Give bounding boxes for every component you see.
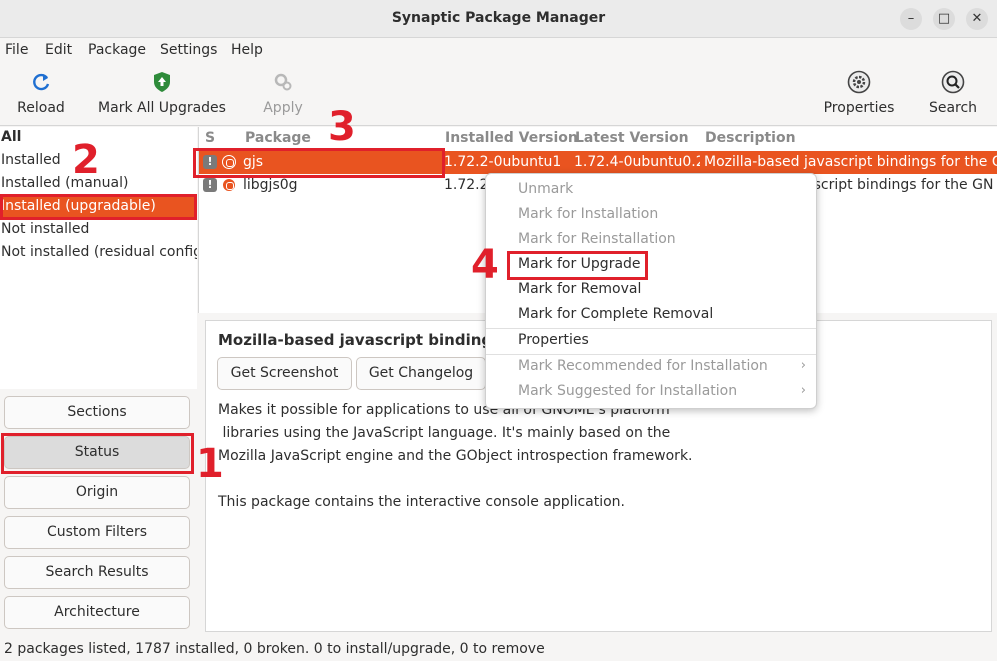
properties-icon: [847, 70, 871, 94]
chevron-right-icon: ›: [800, 383, 806, 398]
menu-mark-suggested[interactable]: Mark Suggested for Installation: [518, 383, 737, 399]
search-label: Search: [928, 100, 978, 116]
menu-mark-reinstallation[interactable]: Mark for Reinstallation: [518, 231, 676, 247]
architecture-button[interactable]: Architecture: [4, 596, 190, 629]
apply-button[interactable]: Apply: [260, 70, 306, 116]
menu-mark-recommended[interactable]: Mark Recommended for Installation: [518, 358, 768, 374]
search-results-button[interactable]: Search Results: [4, 556, 190, 589]
origin-button[interactable]: Origin: [4, 476, 190, 509]
filter-not-installed[interactable]: Not installed: [0, 219, 197, 242]
custom-filters-button[interactable]: Custom Filters: [4, 516, 190, 549]
filter-not-installed-residual[interactable]: Not installed (residual config): [0, 242, 197, 265]
menu-file[interactable]: File: [5, 42, 28, 58]
menu-separator: [486, 328, 816, 329]
menu-properties[interactable]: Properties: [518, 332, 589, 348]
upgradable-status-icon: !: [203, 178, 217, 192]
get-screenshot-button[interactable]: Get Screenshot: [217, 357, 352, 390]
annotation-step-3: 3: [328, 104, 356, 150]
column-description-header[interactable]: Description: [705, 130, 796, 146]
menu-separator: [486, 354, 816, 355]
annotation-step-1: 1: [196, 441, 224, 487]
column-installed-version-header[interactable]: Installed Version: [445, 130, 578, 146]
package-description: Mozilla-based javascript bindings for th…: [704, 154, 997, 170]
ubuntu-icon: [222, 178, 236, 192]
properties-label: Properties: [823, 100, 895, 116]
search-icon: [941, 70, 965, 94]
menu-package[interactable]: Package: [88, 42, 146, 58]
column-latest-version-header[interactable]: Latest Version: [575, 130, 689, 146]
highlight-status-button: [1, 433, 194, 474]
search-button[interactable]: Search: [928, 70, 978, 116]
menu-edit[interactable]: Edit: [45, 42, 72, 58]
minimize-button[interactable]: –: [900, 8, 922, 30]
reload-icon: [33, 73, 50, 91]
latest-version: 1.72.4-0ubuntu0.22: [574, 154, 700, 170]
menu-bar: File Edit Package Settings Help: [0, 38, 997, 64]
column-package-header[interactable]: Package: [245, 130, 311, 146]
sections-button[interactable]: Sections: [4, 396, 190, 429]
details-description: Makes it possible for applications to us…: [218, 402, 693, 510]
menu-unmark[interactable]: Unmark: [518, 181, 573, 197]
apply-label: Apply: [263, 100, 303, 116]
properties-button[interactable]: Properties: [821, 70, 897, 116]
mark-all-upgrades-button[interactable]: Mark All Upgrades: [98, 70, 226, 116]
reload-label: Reload: [17, 100, 65, 116]
menu-help[interactable]: Help: [231, 42, 263, 58]
menu-mark-removal[interactable]: Mark for Removal: [518, 281, 641, 297]
mark-all-upgrades-label: Mark All Upgrades: [98, 100, 226, 116]
menu-mark-complete-removal[interactable]: Mark for Complete Removal: [518, 306, 713, 322]
get-changelog-button[interactable]: Get Changelog: [356, 357, 486, 390]
highlight-upgradable-filter: [0, 194, 197, 220]
menu-mark-installation[interactable]: Mark for Installation: [518, 206, 658, 222]
gears-icon: [274, 73, 292, 91]
annotation-step-2: 2: [72, 137, 100, 183]
status-bar: 2 packages listed, 1787 installed, 0 bro…: [0, 638, 997, 661]
package-description: ascript bindings for the GN: [805, 177, 994, 193]
shield-upgrade-icon: [154, 72, 170, 92]
maximize-button[interactable]: □: [933, 8, 955, 30]
highlight-mark-upgrade: [507, 251, 648, 280]
column-status-header[interactable]: S: [205, 130, 215, 146]
title-bar: Synaptic Package Manager – □ ✕: [0, 0, 997, 38]
context-menu: Unmark Mark for Installation Mark for Re…: [485, 173, 817, 409]
annotation-step-4: 4: [471, 242, 499, 288]
close-button[interactable]: ✕: [966, 8, 988, 30]
installed-version: 1.72.2-0ubuntu1: [444, 154, 562, 170]
reload-button[interactable]: Reload: [16, 70, 66, 116]
highlight-gjs-row: [193, 148, 445, 178]
window-title: Synaptic Package Manager: [391, 10, 606, 26]
menu-settings[interactable]: Settings: [160, 42, 217, 58]
details-title: Mozilla-based javascript bindings f: [218, 331, 513, 349]
toolbar: Reload Mark All Upgrades Apply Propertie…: [0, 64, 997, 126]
chevron-right-icon: ›: [800, 358, 806, 373]
